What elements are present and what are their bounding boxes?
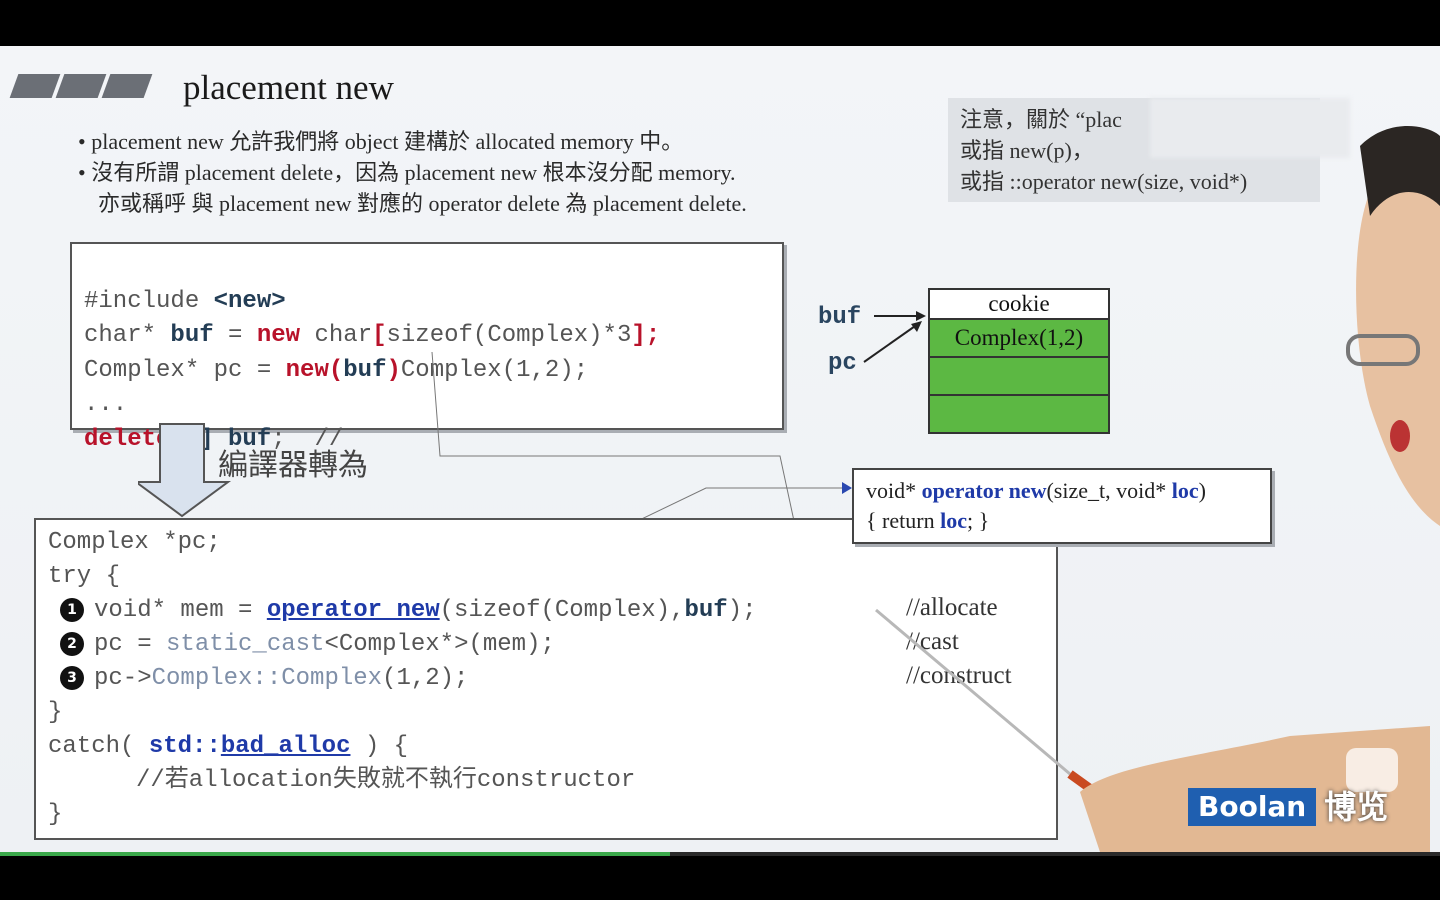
code-line: } <box>48 801 63 828</box>
slide: placement new • placement new 允許我們將 obje… <box>0 46 1440 852</box>
play-overlay-icon[interactable] <box>1346 748 1398 792</box>
code-line: 1 void* mem = operator new(sizeof(Complex… <box>60 594 757 628</box>
watermark-logo: Boolan 博览 <box>1188 788 1388 826</box>
code-line: try { <box>48 563 121 590</box>
code-line: catch( std::bad_alloc ) { <box>48 733 409 760</box>
code-line: 2 pc = static_cast<Complex*>(mem); <box>60 628 555 662</box>
operator-new-box: void* operator new(size_t, void* loc) { … <box>852 468 1272 544</box>
code-line: //若allocation失敗就不執行constructor <box>136 767 636 794</box>
code-line: } <box>48 699 63 726</box>
video-bottom-letterbox <box>0 856 1440 900</box>
code-line: 3 pc->Complex::Complex(1,2); <box>60 662 468 696</box>
video-top-letterbox <box>0 0 1440 46</box>
code-line: Complex *pc; <box>48 529 221 556</box>
